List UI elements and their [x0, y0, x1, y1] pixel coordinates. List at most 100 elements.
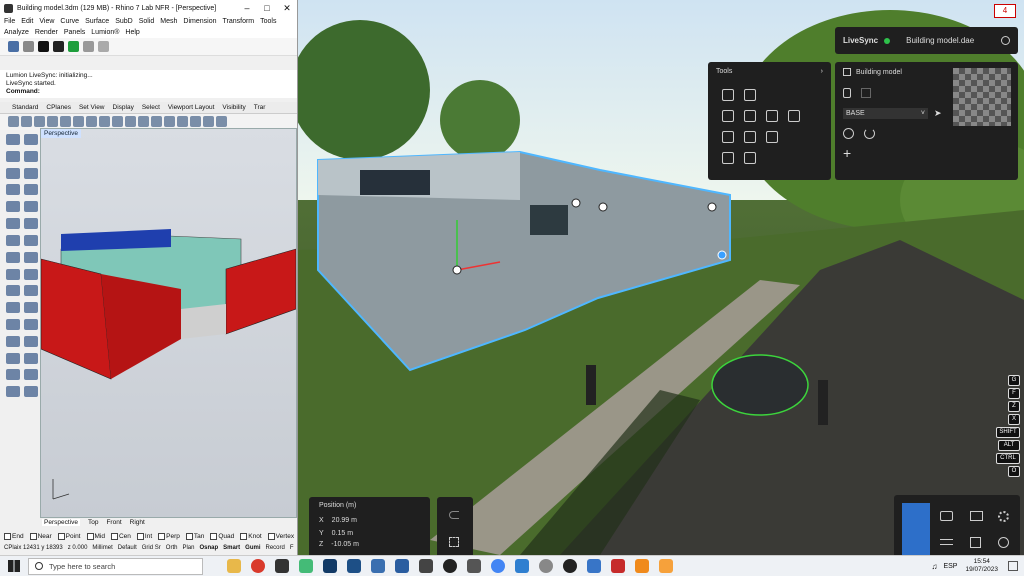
- osnap-vertex[interactable]: Vertex: [267, 533, 294, 540]
- status-record[interactable]: Record: [266, 545, 285, 551]
- build-mode-button[interactable]: [902, 503, 930, 555]
- open-icon[interactable]: [21, 116, 32, 127]
- photoshop-2-icon[interactable]: [347, 559, 361, 573]
- boolean-icon[interactable]: [24, 234, 38, 246]
- swap-icon[interactable]: [940, 539, 953, 545]
- hide-icon[interactable]: [6, 369, 20, 381]
- play-icon[interactable]: [23, 41, 34, 52]
- position-y-field[interactable]: 0.15 m: [332, 527, 353, 540]
- acrobat-icon[interactable]: [611, 559, 625, 573]
- join-icon[interactable]: [6, 318, 20, 330]
- vlc-2-icon[interactable]: [659, 559, 673, 573]
- extrude-icon[interactable]: [6, 234, 20, 246]
- vtab-perspective[interactable]: Perspective: [42, 519, 80, 526]
- perspective-viewport[interactable]: Perspective: [40, 128, 297, 518]
- group-icon[interactable]: [6, 335, 20, 347]
- tab-visibility[interactable]: Visibility: [222, 104, 245, 111]
- copy-icon[interactable]: [73, 116, 84, 127]
- media-player-icon[interactable]: [443, 559, 457, 573]
- trim-icon[interactable]: [6, 302, 20, 314]
- camera-icon[interactable]: [940, 511, 953, 521]
- align-tool-icon[interactable]: [744, 152, 756, 164]
- focus-tool-icon[interactable]: [744, 110, 756, 122]
- array-icon[interactable]: [24, 335, 38, 347]
- menu-subd[interactable]: SubD: [115, 16, 133, 27]
- menu-transform[interactable]: Transform: [223, 16, 255, 27]
- menu-edit[interactable]: Edit: [21, 16, 33, 27]
- menu-mesh[interactable]: Mesh: [160, 16, 177, 27]
- print-icon[interactable]: [47, 116, 58, 127]
- split-icon[interactable]: [24, 302, 38, 314]
- command-prompt[interactable]: Command:: [6, 88, 291, 96]
- menu-panels[interactable]: Panels: [64, 27, 85, 38]
- app-blue-2-icon[interactable]: [587, 559, 601, 573]
- status-gumball[interactable]: Gumi: [245, 545, 260, 551]
- eye-tool-icon[interactable]: [722, 110, 734, 122]
- focus-icon[interactable]: [449, 537, 459, 547]
- position-z-field[interactable]: -10.05 m: [331, 540, 359, 549]
- undo-tool-icon[interactable]: [766, 131, 778, 143]
- menu-surface[interactable]: Surface: [85, 16, 109, 27]
- movie-icon[interactable]: [970, 511, 983, 521]
- language-indicator[interactable]: ESP: [943, 563, 957, 570]
- zoom-window-icon[interactable]: [151, 116, 162, 127]
- lumion-taskbar-icon[interactable]: [299, 559, 313, 573]
- power-icon[interactable]: [1001, 36, 1010, 45]
- sound-icon[interactable]: ♫: [931, 562, 937, 571]
- copy-tool-icon[interactable]: [6, 268, 20, 280]
- stop-icon[interactable]: [38, 41, 49, 52]
- lock-icon[interactable]: [24, 369, 38, 381]
- check-icon[interactable]: [24, 386, 38, 398]
- livesync-on-icon[interactable]: [68, 41, 79, 52]
- rhino-taskbar-icon[interactable]: [275, 559, 289, 573]
- osnap-cen[interactable]: Cen: [110, 533, 131, 540]
- fillet-icon[interactable]: [24, 184, 38, 196]
- status-osnap[interactable]: Osnap: [199, 545, 218, 551]
- dimension-icon[interactable]: [6, 352, 20, 364]
- help-icon[interactable]: [998, 537, 1009, 548]
- bell-tool-icon[interactable]: [744, 89, 756, 101]
- rhino-2-icon[interactable]: [467, 559, 481, 573]
- notification-badge[interactable]: 4: [994, 4, 1016, 18]
- menu-lumion[interactable]: Lumion®: [91, 27, 119, 38]
- layers-tool-icon[interactable]: [722, 131, 734, 143]
- cut-icon[interactable]: [60, 116, 71, 127]
- osnap-end[interactable]: End: [4, 533, 24, 540]
- select-icon[interactable]: [190, 116, 201, 127]
- rotate-view-icon[interactable]: [125, 116, 136, 127]
- move-icon[interactable]: [24, 251, 38, 263]
- chevron-right-icon[interactable]: ›: [821, 68, 823, 75]
- deselect-tool-icon[interactable]: [788, 110, 800, 122]
- settings-gear-icon[interactable]: [998, 511, 1009, 522]
- offset-icon[interactable]: [6, 201, 20, 213]
- osnap-tan[interactable]: Tan: [185, 533, 204, 540]
- osnap-int[interactable]: Int: [136, 533, 152, 540]
- menu-view[interactable]: View: [39, 16, 54, 27]
- close-icon[interactable]: ✕: [277, 3, 297, 14]
- rectangle-icon[interactable]: [24, 167, 38, 179]
- file-explorer-icon[interactable]: [227, 559, 241, 573]
- maximize-icon[interactable]: □: [257, 3, 277, 13]
- cursor-icon[interactable]: ➤: [934, 108, 942, 119]
- menu-file[interactable]: File: [4, 16, 15, 27]
- pan-icon[interactable]: [112, 116, 123, 127]
- tab-viewport-layout[interactable]: Viewport Layout: [168, 104, 215, 111]
- vtab-right[interactable]: Right: [130, 519, 145, 526]
- lock-icon[interactable]: [843, 88, 851, 98]
- mesh-icon[interactable]: [6, 251, 20, 263]
- status-filter[interactable]: F: [290, 545, 294, 551]
- paste-icon[interactable]: [86, 116, 97, 127]
- status-ortho[interactable]: Orth: [166, 545, 178, 551]
- save-scene-icon[interactable]: [970, 537, 981, 548]
- polyline-icon[interactable]: [24, 134, 38, 145]
- rotate-icon[interactable]: [24, 268, 38, 280]
- status-smarttrack[interactable]: Smart: [223, 545, 240, 551]
- minimize-icon[interactable]: –: [237, 3, 257, 13]
- osnap-point[interactable]: Point: [57, 533, 81, 540]
- add-icon[interactable]: +: [843, 145, 1010, 161]
- settings-icon[interactable]: [83, 41, 94, 52]
- point-icon[interactable]: [6, 134, 20, 145]
- explode-icon[interactable]: [24, 318, 38, 330]
- menu-help[interactable]: Help: [125, 27, 139, 38]
- sketchup-icon[interactable]: [419, 559, 433, 573]
